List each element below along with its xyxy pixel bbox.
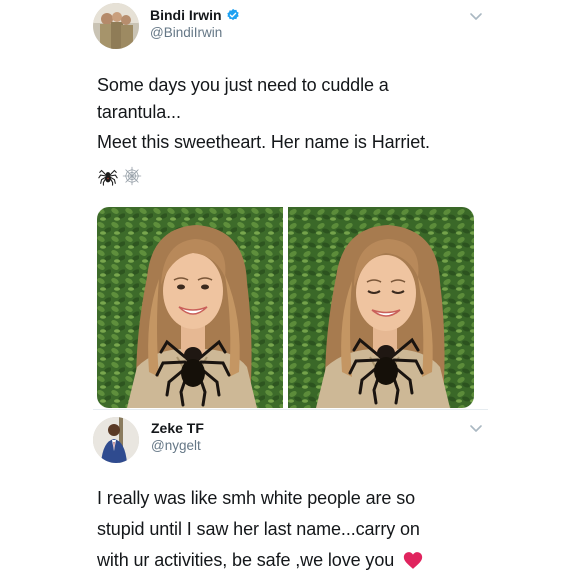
tweet-text-line: tarantula... bbox=[97, 102, 181, 122]
author-name[interactable]: Bindi Irwin bbox=[150, 7, 240, 23]
emoji-row bbox=[97, 166, 143, 190]
tweet-photo-2[interactable] bbox=[288, 207, 474, 408]
tweet-photo-1[interactable] bbox=[97, 207, 283, 408]
spider-web-icon bbox=[121, 165, 143, 192]
tweet-text: Some days you just need to cuddle a tara… bbox=[97, 72, 430, 156]
avatar-bindi[interactable] bbox=[93, 3, 139, 49]
tweet-text-line: I really was like smh white people are s… bbox=[97, 488, 416, 508]
tweet-bindi: Bindi Irwin @BindiIrwin Some days you ju… bbox=[0, 0, 575, 410]
tweet-text-line: Meet this sweetheart. Her name is Harrie… bbox=[97, 132, 430, 152]
tweet-text-line: with ur activities, be safe ,we love you bbox=[97, 550, 395, 570]
chevron-down-icon[interactable] bbox=[468, 8, 484, 24]
author-name[interactable]: Zeke TF bbox=[151, 420, 204, 436]
author-name-text[interactable]: Bindi Irwin bbox=[150, 7, 222, 23]
tweet-text-line: Some days you just need to cuddle a bbox=[97, 75, 389, 95]
tweet-text: I really was like smh white people are s… bbox=[97, 483, 423, 580]
verified-badge-icon bbox=[226, 8, 240, 22]
spider-icon bbox=[97, 165, 119, 192]
author-handle[interactable]: @nygelt bbox=[151, 438, 201, 453]
chevron-down-icon[interactable] bbox=[468, 420, 484, 436]
tweet-zeke: Zeke TF @nygelt I really was like smh wh… bbox=[0, 410, 575, 587]
author-handle[interactable]: @BindiIrwin bbox=[150, 25, 222, 40]
tweet-text-line: stupid until I saw her last name...carry… bbox=[97, 519, 420, 539]
red-heart-icon bbox=[403, 549, 423, 580]
avatar-zeke[interactable] bbox=[93, 417, 139, 463]
tweet-text-line-last: with ur activities, be safe ,we love you bbox=[97, 545, 423, 580]
